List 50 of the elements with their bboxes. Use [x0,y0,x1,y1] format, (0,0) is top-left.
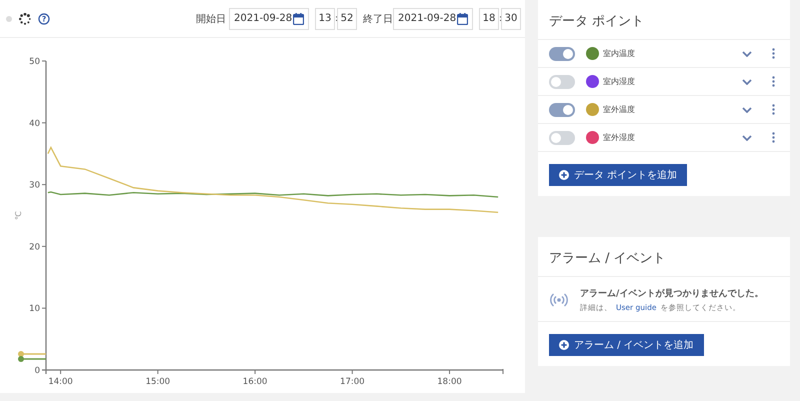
date-field[interactable]: 2021-09-28 [229,8,309,30]
data-point-label: 室外湿度 [603,132,636,143]
axis-label: ℃ [14,211,23,220]
tick-label: 20 [29,242,40,252]
tick-label: 10 [29,304,40,314]
more-icon[interactable] [772,132,775,143]
broadcast-icon [550,293,568,307]
field-label: 開始日 [196,12,226,26]
tick-label: 14:00 [48,377,73,387]
tick-label: 18:00 [437,377,462,387]
tick-label: 30 [29,180,40,191]
calendar-icon[interactable] [293,12,304,24]
tick-label: 16:00 [242,377,268,387]
chevron-down-icon[interactable] [742,50,752,56]
time-separator: : [499,14,501,24]
toggle-switch[interactable] [549,74,575,88]
minute-field[interactable]: 52 [337,8,357,30]
toggle-switch[interactable] [549,130,575,144]
tick-label: 50 [29,57,40,67]
field-label: 終了日 [363,12,393,26]
data-point-label: 室内温度 [603,48,636,59]
tick-label: 17:00 [340,377,365,387]
add-button[interactable]: データ ポイントを追加 [549,164,688,186]
toggle-switch[interactable] [549,46,575,60]
date-field[interactable]: 2021-09-28 [393,8,473,30]
card-title: データ ポイント [538,0,790,40]
hour-field[interactable]: 13 [315,8,335,30]
add-button[interactable]: アラーム / イベントを追加 [549,334,704,356]
hour-field[interactable]: 18 [479,8,499,30]
more-icon[interactable] [772,104,775,115]
more-icon[interactable] [772,76,775,87]
tick-label: 0 [34,366,40,376]
chevron-down-icon[interactable] [742,106,752,112]
chevron-down-icon[interactable] [742,78,752,84]
tick-label: 15:00 [146,377,170,387]
card-title: アラーム / イベント [538,237,790,277]
minute-field[interactable]: 30 [501,8,521,30]
data-point-label: 室外温度 [603,104,636,115]
toggle-switch[interactable] [549,102,575,116]
empty-message: アラーム/イベントが見つかりませんでした。 [580,288,764,300]
calendar-icon[interactable] [457,12,468,24]
plus-circle-icon [559,170,569,180]
time-separator: : [335,14,337,24]
status-dot-icon [6,16,12,22]
tick-label: 40 [29,118,40,129]
plus-circle-icon [559,340,569,350]
spinner-icon [19,12,31,24]
data-point-label: 室内湿度 [603,76,636,87]
more-icon[interactable] [772,48,775,59]
chevron-down-icon[interactable] [742,134,752,140]
